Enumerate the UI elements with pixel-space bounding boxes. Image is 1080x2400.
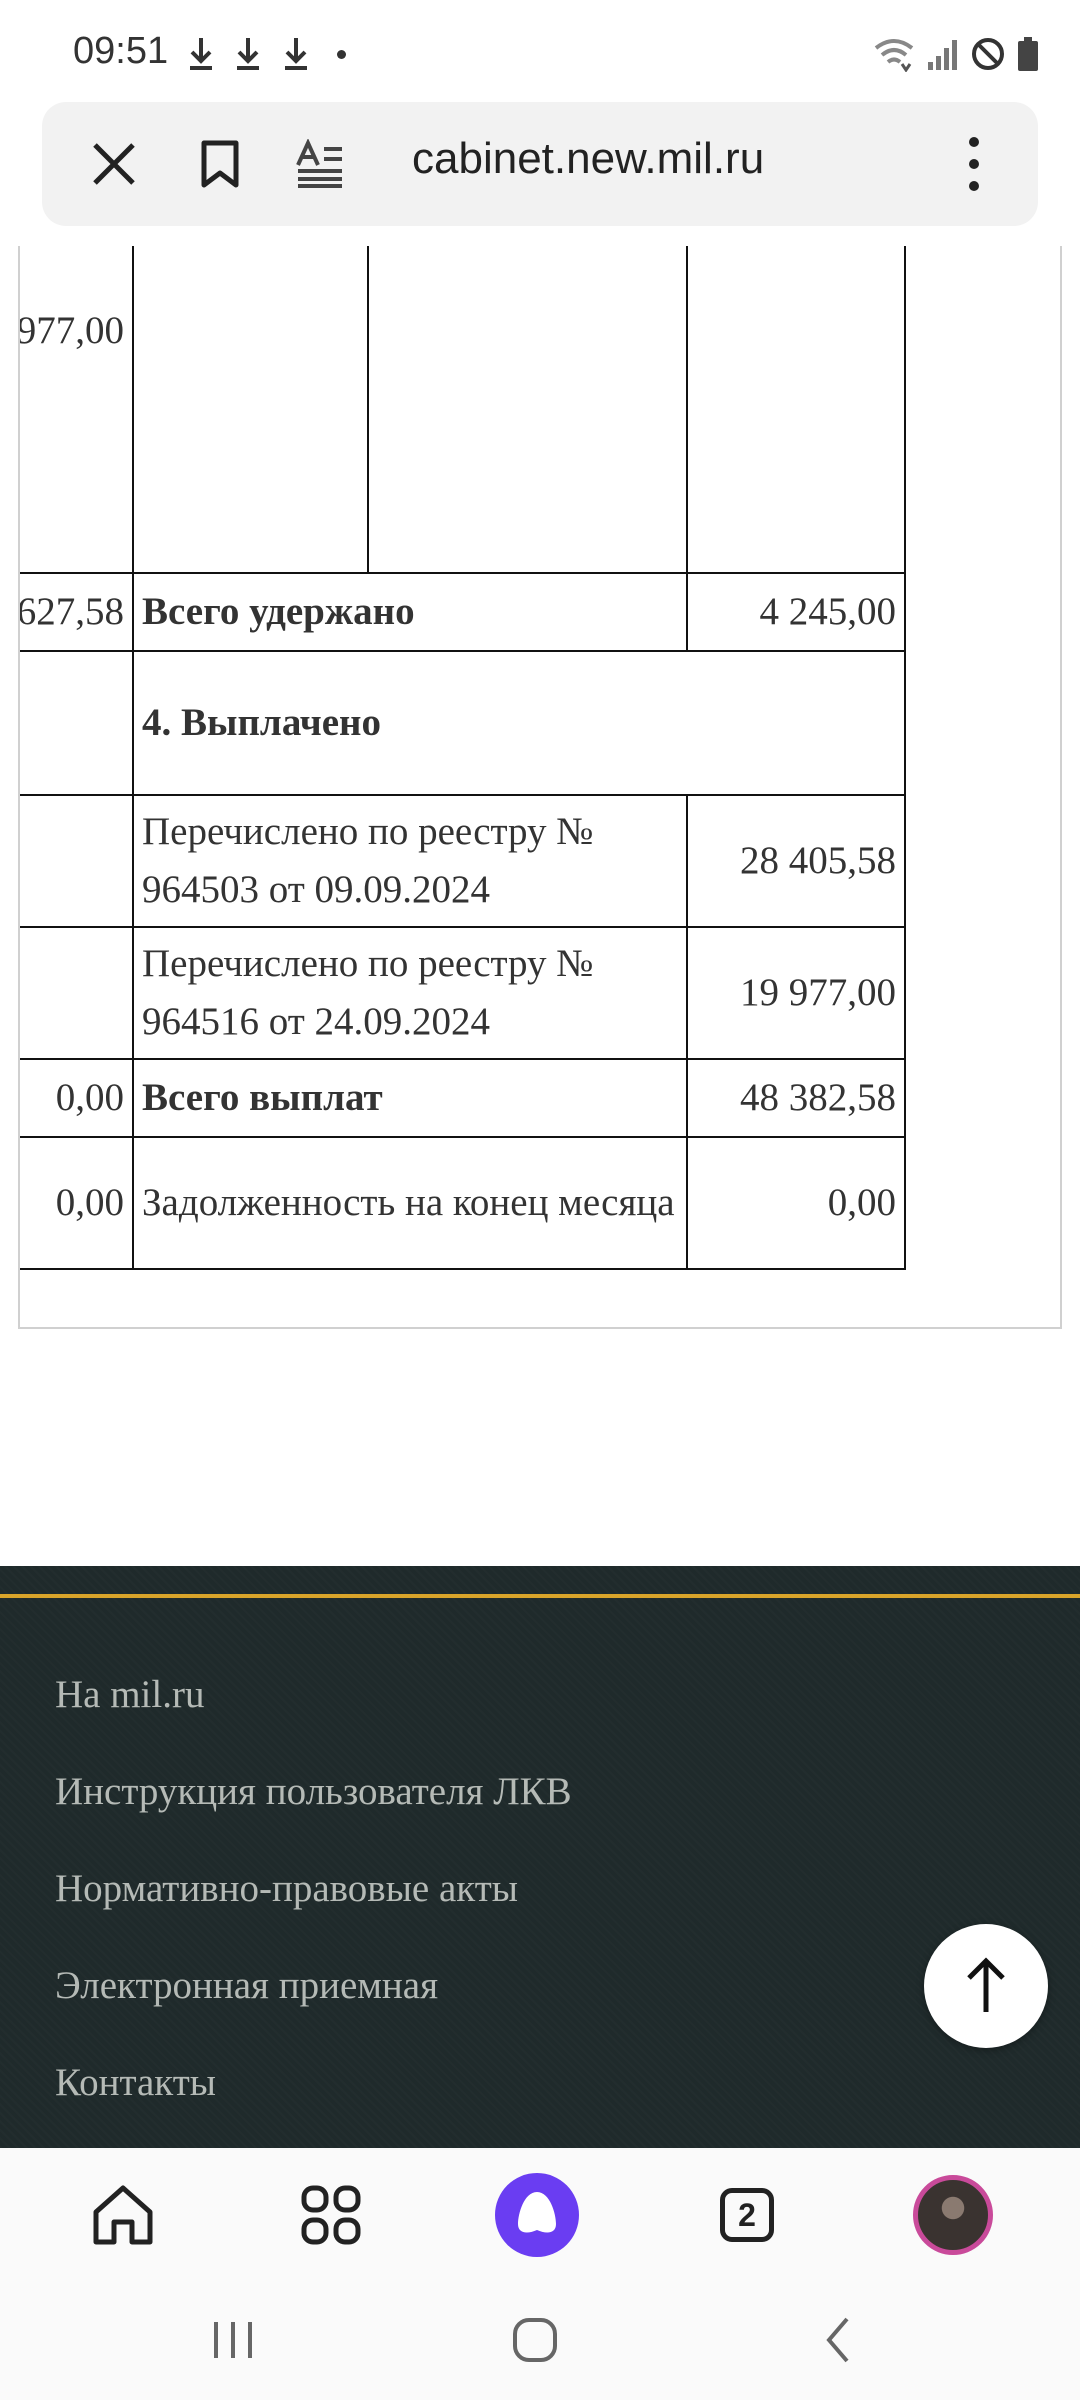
- footer-accent-stripe: [0, 1594, 1080, 1598]
- table-cell: 0,00: [685, 1136, 907, 1270]
- reader-mode-icon: [296, 139, 342, 188]
- close-icon: [93, 143, 135, 185]
- back-button[interactable]: [798, 2310, 878, 2370]
- avatar: [913, 2175, 993, 2255]
- footer-link-contacts[interactable]: Контакты: [55, 2060, 216, 2105]
- table-cell: [685, 246, 907, 574]
- bookmark-button[interactable]: [188, 132, 252, 196]
- download-icon: [285, 38, 307, 70]
- home-circle-icon: [513, 2318, 557, 2362]
- table-cell: Всего выплат: [132, 1058, 688, 1138]
- recent-apps-button[interactable]: [193, 2310, 273, 2370]
- table-row: 0,00 Задолженность на конец месяца 0,00: [20, 1136, 907, 1270]
- table-cell: [366, 246, 688, 574]
- download-icon: [237, 38, 259, 70]
- notification-dot-icon: [337, 50, 346, 59]
- table-cell: [20, 926, 134, 1060]
- recent-apps-icon: [214, 2322, 252, 2358]
- battery-icon: [1018, 37, 1038, 71]
- tab-count: 2: [720, 2188, 774, 2242]
- alice-icon: [495, 2173, 579, 2257]
- table-cell: Всего удержано: [132, 572, 688, 652]
- payroll-table-viewport: 19 977,00 2 627,58 Всего удержано 4 245,…: [20, 246, 1060, 1276]
- system-navigation-bar: [0, 2280, 1080, 2400]
- footer-link-user-guide[interactable]: Инструкция пользователя ЛКВ: [55, 1769, 572, 1814]
- back-icon: [826, 2317, 849, 2363]
- site-footer: На mil.ru Инструкция пользователя ЛКВ Но…: [0, 1566, 1080, 2148]
- alice-assistant-button[interactable]: [492, 2170, 582, 2260]
- home-button[interactable]: [78, 2170, 168, 2260]
- table-row: 2 627,58 Всего удержано 4 245,00: [20, 572, 907, 652]
- table-cell: 19 977,00: [685, 926, 907, 1060]
- services-button[interactable]: [286, 2170, 376, 2260]
- table-cell: [132, 246, 369, 574]
- footer-link-mil-ru[interactable]: На mil.ru: [55, 1672, 204, 1717]
- url-text[interactable]: cabinet.new.mil.ru: [412, 134, 764, 184]
- arrow-up-icon: [967, 1957, 1005, 2012]
- grid-icon: [301, 2185, 361, 2245]
- table-cell: [20, 794, 134, 928]
- more-vertical-icon: [969, 137, 979, 191]
- menu-button[interactable]: [942, 132, 1006, 196]
- table-row: 19 977,00: [20, 246, 907, 574]
- bookmark-icon: [201, 140, 239, 188]
- table-cell: Перечислено по реестру № 964516 от 24.09…: [132, 926, 688, 1060]
- system-icons: [872, 34, 1040, 74]
- browser-toolbar: 2: [0, 2148, 1080, 2280]
- profile-button[interactable]: [908, 2170, 998, 2260]
- table-cell: 48 382,58: [685, 1058, 907, 1138]
- payroll-table: 19 977,00 2 627,58 Всего удержано 4 245,…: [20, 246, 907, 1270]
- reader-mode-button[interactable]: [288, 132, 352, 196]
- close-button[interactable]: [82, 132, 146, 196]
- table-cell: 2 627,58: [20, 572, 134, 652]
- table-cell: Задолженность на конец месяца: [132, 1136, 688, 1270]
- table-row: 4. Выплачено: [20, 650, 906, 796]
- table-cell: 28 405,58: [685, 794, 907, 928]
- table-cell: 0,00: [20, 1136, 134, 1270]
- tabs-button[interactable]: 2: [702, 2170, 792, 2260]
- address-bar[interactable]: cabinet.new.mil.ru: [42, 102, 1038, 226]
- table-cell: 0,00: [20, 1058, 134, 1138]
- scroll-to-top-button[interactable]: [924, 1924, 1048, 2048]
- home-icon: [93, 2185, 153, 2245]
- table-cell: Перечислено по реестру № 964503 от 09.09…: [132, 794, 688, 928]
- wifi-icon: [874, 39, 914, 72]
- table-cell: 4 245,00: [685, 572, 907, 652]
- table-cell: 19 977,00: [20, 246, 134, 574]
- do-not-disturb-icon: [972, 38, 1004, 70]
- table-cell: [20, 650, 134, 796]
- signal-icon: [928, 40, 957, 70]
- home-nav-button[interactable]: [495, 2310, 575, 2370]
- footer-link-legal-acts[interactable]: Нормативно-правовые акты: [55, 1866, 518, 1911]
- footer-link-e-reception[interactable]: Электронная приемная: [55, 1963, 438, 2008]
- download-icon: [190, 38, 212, 70]
- table-row: Перечислено по реестру № 964503 от 09.09…: [20, 794, 907, 928]
- status-bar: 09:51: [0, 0, 1080, 100]
- table-row: Перечислено по реестру № 964516 от 24.09…: [20, 926, 907, 1060]
- table-row: 0,00 Всего выплат 48 382,58: [20, 1058, 907, 1138]
- status-time: 09:51: [73, 30, 169, 72]
- section-heading: 4. Выплачено: [132, 650, 906, 796]
